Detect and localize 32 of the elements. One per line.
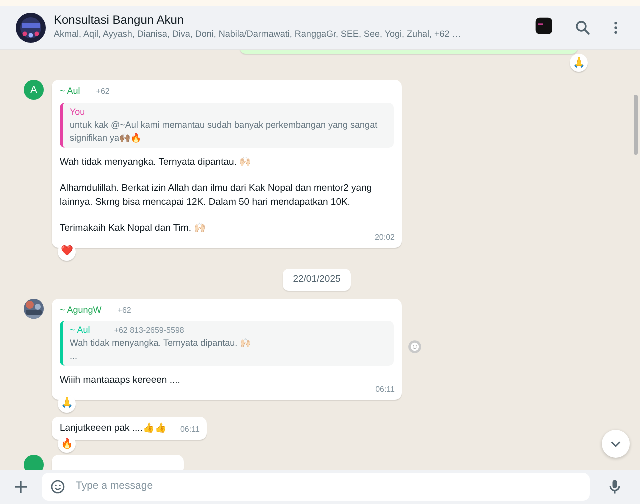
plus-icon[interactable] bbox=[12, 478, 30, 496]
message-time: 06:11 bbox=[180, 424, 200, 436]
message-field[interactable]: Type a message bbox=[42, 473, 590, 501]
sender-name[interactable]: ~ AgungW bbox=[60, 304, 102, 318]
scroll-down-button[interactable] bbox=[602, 430, 630, 458]
scrollbar-thumb[interactable] bbox=[634, 95, 638, 155]
quoted-message[interactable]: You untuk kak @~Aul kami memantau sudah banyak perkembangan yang sangat signifikan ya🙌🏽🔥 bbox=[60, 102, 394, 148]
participants-list: Akmal, Aqil, Ayyash, Dianisa, Diva, Doni, Nabila/Darmawati, RanggaGr, SEE, See, Yogi, Zuhal, +62 … bbox=[54, 28, 518, 42]
phone-number: +62 bbox=[96, 86, 110, 98]
reaction-emoji[interactable]: 🔥 bbox=[58, 435, 76, 454]
sticker-icon[interactable] bbox=[50, 479, 66, 495]
chat-title: Konsultasi Bangun Akun bbox=[54, 13, 186, 28]
quote-text: Wah tidak menyangka. Ternyata dipantau. 🙌🏻 bbox=[70, 337, 252, 350]
date-chip: 22/01/2025 bbox=[283, 268, 351, 291]
quote-text: untuk kak @~Aul kami memantau sudah banyak perkembangan yang sangat signifikan ya🙌🏽🔥 bbox=[70, 118, 379, 144]
message-time: 06:11 bbox=[376, 384, 395, 396]
phone-number: +62 bbox=[118, 304, 132, 316]
avatar[interactable]: A bbox=[24, 80, 44, 100]
quote-text: ... bbox=[70, 350, 79, 364]
quoted-message[interactable]: ~ Aul +62 813-2659-5598 Wah tidak menyangka. Ternyata dipantau. 🙌🏻 ... bbox=[60, 321, 394, 366]
quote-author: You bbox=[70, 106, 86, 118]
message-text: Lanjutkeeen pak ....👍👍 bbox=[60, 422, 167, 436]
message-text: Terimakaih Kak Nopal dan Tim. 🙌🏻 bbox=[60, 222, 208, 236]
quote-author: ~ Aul bbox=[70, 324, 90, 338]
reaction-emoji[interactable]: 🙏 bbox=[570, 54, 588, 72]
phone-number: +62 813-2659-5598 bbox=[114, 325, 184, 338]
sender-name[interactable]: ~ Aul bbox=[60, 85, 80, 98]
message-time: 20:02 bbox=[374, 232, 395, 244]
message-text: Wiiih mantaaaps kereeen .... bbox=[60, 374, 182, 388]
search-icon[interactable] bbox=[574, 18, 592, 36]
message-text: Wah tidak menyangka. Ternyata dipantau. 🙌🏻 bbox=[60, 156, 253, 169]
message-text: Alhamdulillah. Berkat izin Allah dan ilmu dari Kak Nopal dan mentor2 yang lainnya. Skrng bisa mencapai 12K. Dalam 50 hari mendapatkan 10K. bbox=[60, 182, 374, 209]
